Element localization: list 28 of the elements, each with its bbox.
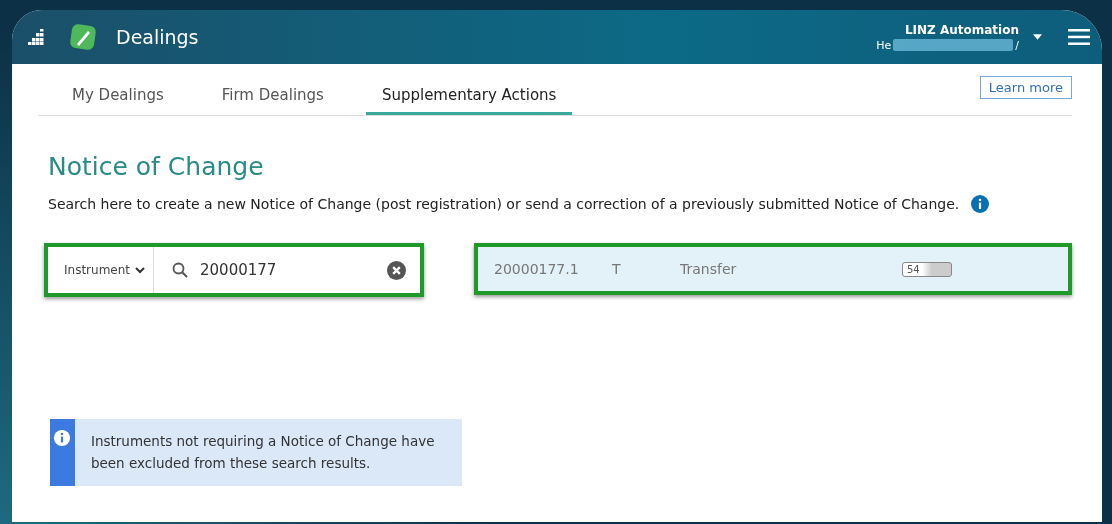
description-text: Search here to create a new Notice of Change (post registration) or send a correction of a previously submitted Notice of Change. [48, 196, 960, 212]
menu-icon[interactable] [1068, 29, 1090, 45]
search-value: 20000177 [200, 261, 278, 279]
pen-logo-icon [68, 22, 98, 52]
chevron-icon [135, 266, 146, 274]
reference-badge: 54 [902, 261, 952, 277]
instrument-number: 20000177.1 [494, 261, 580, 277]
learn-more-button[interactable]: Learn more [979, 76, 1072, 99]
user-name-end: / [1015, 38, 1019, 52]
info-message: Instruments not requiring a Notice of Change have been excluded from these search results. [89, 432, 436, 473]
app-grid-icon[interactable] [26, 29, 46, 45]
instrument-type: Transfer [680, 261, 738, 277]
clear-icon[interactable] [387, 260, 406, 280]
info-icon [53, 429, 72, 447]
tab[interactable]: Firm Dealings [205, 74, 340, 115]
tab[interactable]: My Dealings [56, 74, 180, 115]
page-heading: Notice of Change [48, 152, 265, 181]
organisation-name: LINZ Automation [904, 22, 1019, 37]
user-name: He [876, 38, 892, 52]
caret-icon[interactable] [1033, 34, 1042, 40]
tab[interactable]: Supplementary Actions [365, 74, 573, 115]
app-title: Dealings [116, 26, 199, 48]
search-field[interactable]: Instrument 20000177 [44, 243, 424, 297]
instrument-code: T [612, 261, 622, 277]
search-type-dropdown[interactable]: Instrument [48, 247, 155, 293]
search-icon [172, 262, 189, 278]
info-icon[interactable] [971, 195, 990, 213]
search-result-row[interactable]: 20000177.1 T Transfer 54 [474, 243, 1072, 295]
